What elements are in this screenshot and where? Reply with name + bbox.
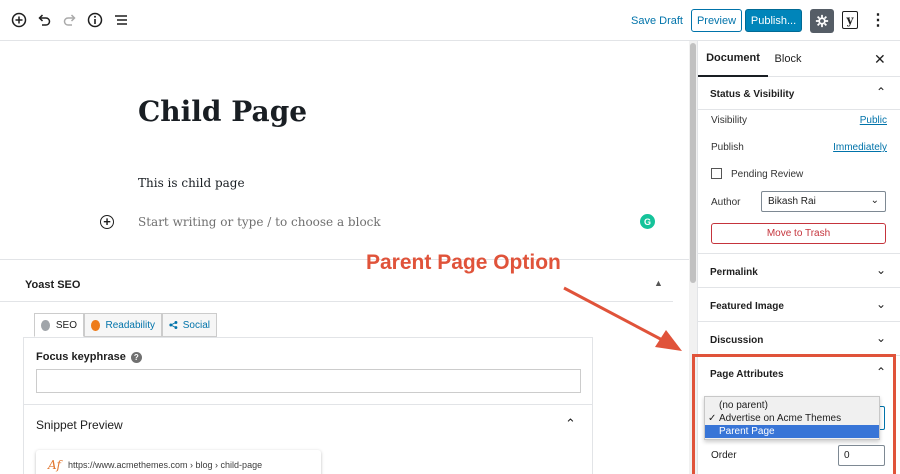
- caret-up-icon[interactable]: ▲: [654, 278, 663, 288]
- annotation-label: Parent Page Option: [366, 251, 561, 274]
- section-title: Permalink: [710, 267, 758, 278]
- section-title: Status & Visibility: [710, 89, 795, 100]
- option-label: (no parent): [719, 400, 768, 411]
- pending-review-label: Pending Review: [731, 169, 804, 180]
- visibility-label: Visibility: [711, 115, 747, 126]
- editor-toolbar: Save Draft Preview Publish... y ⋮: [0, 0, 900, 41]
- focus-keyphrase-label: Focus keyphrase?: [36, 351, 142, 363]
- option-parent-page[interactable]: Parent Page: [705, 425, 879, 438]
- publish-date-link[interactable]: Immediately: [833, 142, 887, 153]
- yoast-seo-panel: Yoast SEO ▲ SEO Readability Social Focus…: [0, 259, 689, 474]
- status-visibility-header[interactable]: Status & Visibility ⌃: [698, 77, 900, 110]
- tab-readability[interactable]: Readability: [84, 313, 162, 337]
- scrollbar-thumb[interactable]: [690, 43, 696, 283]
- featured-image-header[interactable]: Featured Image ⌄: [698, 289, 900, 322]
- block-placeholder[interactable]: Start writing or type / to choose a bloc…: [138, 215, 381, 229]
- chevron-down-icon: ⌄: [876, 263, 887, 277]
- yoast-icon[interactable]: y: [842, 11, 858, 29]
- snippet-url: https://www.acmethemes.com › blog › chil…: [68, 460, 263, 470]
- order-input[interactable]: 0: [838, 445, 885, 466]
- seo-score-icon: [41, 319, 50, 331]
- discussion-header[interactable]: Discussion ⌄: [698, 323, 900, 356]
- tab-label: Readability: [105, 319, 155, 331]
- site-logo-icon: Af: [48, 458, 61, 472]
- publish-button[interactable]: Publish...: [745, 9, 802, 32]
- redo-icon[interactable]: [60, 10, 80, 30]
- visibility-link[interactable]: Public: [860, 115, 887, 126]
- focus-keyphrase-input[interactable]: [36, 369, 581, 393]
- tab-social[interactable]: Social: [162, 313, 217, 337]
- list-view-icon[interactable]: [111, 10, 131, 30]
- snippet-preview-card: Af https://www.acmethemes.com › blog › c…: [36, 450, 321, 474]
- paragraph-block[interactable]: This is child page: [138, 176, 245, 190]
- readability-score-icon: [91, 319, 100, 331]
- tab-label: SEO: [55, 319, 77, 331]
- option-label: Advertise on Acme Themes: [719, 413, 842, 424]
- tab-block[interactable]: Block: [768, 41, 808, 77]
- save-draft-button[interactable]: Save Draft: [631, 15, 683, 27]
- option-advertise[interactable]: ✓ Advertise on Acme Themes: [705, 412, 879, 425]
- move-to-trash-button[interactable]: Move to Trash: [711, 223, 886, 244]
- more-options-icon[interactable]: ⋮: [870, 10, 886, 30]
- sidebar-tabs: Document Block ✕: [698, 41, 900, 77]
- tab-document[interactable]: Document: [698, 41, 768, 77]
- divider: [24, 404, 592, 405]
- inline-add-block-icon[interactable]: +: [100, 215, 114, 229]
- info-icon[interactable]: [85, 10, 105, 30]
- author-label: Author: [711, 197, 741, 208]
- add-block-icon[interactable]: [9, 10, 29, 30]
- gear-icon: [815, 14, 829, 28]
- author-value: Bikash Rai: [768, 196, 816, 207]
- chevron-up-icon: ⌃: [876, 85, 887, 99]
- yoast-seo-body: Focus keyphrase? Snippet Preview ⌃ Af ht…: [23, 337, 593, 474]
- checkmark-icon: ✓: [708, 413, 717, 424]
- share-icon: [169, 320, 178, 330]
- option-no-parent[interactable]: (no parent): [705, 399, 879, 412]
- chevron-down-icon: ⌄: [876, 331, 887, 345]
- author-select[interactable]: Bikash Rai ⌄: [761, 191, 886, 212]
- section-title: Discussion: [710, 335, 764, 346]
- snippet-preview-title[interactable]: Snippet Preview: [36, 418, 123, 432]
- permalink-header[interactable]: Permalink ⌄: [698, 255, 900, 288]
- chevron-up-icon[interactable]: ⌃: [565, 416, 576, 432]
- grammarly-icon[interactable]: G: [640, 214, 655, 229]
- option-label: Parent Page: [719, 426, 775, 437]
- yoast-panel-title: Yoast SEO: [25, 279, 81, 291]
- section-title: Featured Image: [710, 301, 784, 312]
- publish-label: Publish: [711, 142, 744, 153]
- focus-keyphrase-text: Focus keyphrase: [36, 351, 126, 363]
- page-title[interactable]: Child Page: [138, 95, 307, 128]
- help-icon[interactable]: ?: [130, 351, 142, 363]
- close-icon[interactable]: ✕: [874, 51, 886, 68]
- tab-seo[interactable]: SEO: [34, 313, 84, 337]
- preview-button[interactable]: Preview: [691, 9, 742, 32]
- order-label: Order: [711, 450, 737, 461]
- settings-button[interactable]: [810, 9, 834, 33]
- chevron-down-icon: ⌄: [876, 297, 887, 311]
- editor-canvas: Child Page This is child page + Start wr…: [0, 41, 689, 259]
- parent-page-dropdown[interactable]: (no parent) ✓ Advertise on Acme Themes Pa…: [704, 396, 880, 440]
- undo-icon[interactable]: [34, 10, 54, 30]
- pending-review-checkbox[interactable]: [711, 168, 722, 179]
- yoast-panel-header[interactable]: Yoast SEO ▲: [0, 260, 673, 302]
- chevron-down-icon: ⌄: [870, 195, 879, 206]
- tab-label: Social: [182, 319, 210, 331]
